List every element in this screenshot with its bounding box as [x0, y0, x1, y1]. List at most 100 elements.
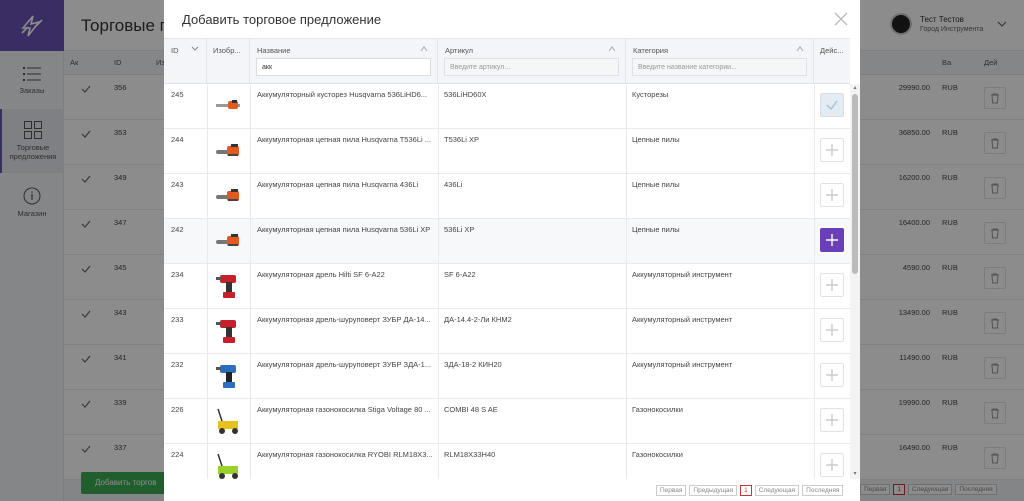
row-category: Аккумуляторный инструмент	[632, 270, 733, 279]
product-image	[214, 182, 242, 210]
modal-table-header: ID Изобр... Название Артикул Категория Д…	[164, 38, 850, 85]
col-name-label: Название	[257, 46, 291, 55]
plus-icon	[826, 459, 838, 471]
modal-pagination: Первая Предыдущая 1 Следующая Последняя	[656, 485, 844, 496]
row-id: 233	[171, 315, 184, 324]
scroll-up-arrow[interactable]: ▴	[852, 85, 858, 91]
sort-up-icon	[420, 46, 428, 52]
table-row: 232 Аккумуляторная дрель-шуруповерт ЗУБР …	[164, 354, 850, 399]
table-row: 226 Аккумуляторная газонокосилка Stiga Vo…	[164, 399, 850, 444]
sku-filter-input[interactable]	[444, 58, 619, 76]
add-button[interactable]	[820, 273, 844, 297]
col-sku[interactable]: Артикул	[438, 39, 626, 85]
sort-up-icon	[796, 46, 804, 52]
modal-table-body: 245 Аккумуляторный кусторез Husqvarna 536…	[164, 84, 850, 479]
row-id: 226	[171, 405, 184, 414]
row-name: Аккумуляторная цепная пила Husqvarna 536…	[257, 225, 431, 234]
row-name: Аккумуляторная цепная пила Husqvarna T53…	[257, 135, 431, 144]
row-name: Аккумуляторная газонокосилка RYOBI RLM18…	[257, 450, 433, 459]
row-sku: ДА-14.4-2-Ли КНМ2	[444, 315, 512, 324]
table-row: 245 Аккумуляторный кусторез Husqvarna 536…	[164, 84, 850, 129]
add-button[interactable]	[820, 228, 844, 252]
add-button[interactable]	[820, 408, 844, 432]
col-name[interactable]: Название	[250, 39, 438, 85]
product-image	[214, 452, 242, 479]
row-name: Аккумуляторный кусторез Husqvarna 536LiH…	[257, 90, 428, 99]
table-row: 224 Аккумуляторная газонокосилка RYOBI RL…	[164, 444, 850, 479]
col-actions: Дейс...	[814, 39, 850, 85]
row-name: Аккумуляторная цепная пила Husqvarna 436…	[257, 180, 419, 189]
row-id: 244	[171, 135, 184, 144]
row-name: Аккумуляторная дрель-шуруповерт ЗУБР ДА-…	[257, 315, 431, 324]
row-category: Газонокосилки	[632, 405, 683, 414]
add-button[interactable]	[820, 318, 844, 342]
col-category[interactable]: Категория	[626, 39, 814, 85]
row-sku: ЗДА-18-2 КИН20	[444, 360, 502, 369]
row-id: 224	[171, 450, 184, 459]
product-image	[214, 92, 242, 120]
row-sku: T536Li XP	[444, 135, 480, 144]
row-name: Аккумуляторная дрель Hilti SF 6-A22	[257, 270, 385, 279]
col-image-label: Изобр...	[213, 46, 241, 55]
row-id: 245	[171, 90, 184, 99]
modal-scrollbar[interactable]: ▴ ▾	[850, 84, 860, 479]
plus-icon	[826, 279, 838, 291]
add-button[interactable]	[820, 453, 844, 477]
table-row: 244 Аккумуляторная цепная пила Husqvarna …	[164, 129, 850, 174]
row-sku: 536Li XP	[444, 225, 475, 234]
row-category: Цепные пилы	[632, 180, 680, 189]
scroll-down-arrow[interactable]: ▾	[852, 471, 858, 477]
col-id-label: ID	[171, 46, 179, 55]
added-button[interactable]	[820, 93, 844, 117]
plus-icon	[826, 189, 838, 201]
pagination-next[interactable]: Следующая	[754, 485, 800, 496]
scroll-thumb[interactable]	[852, 94, 858, 274]
plus-icon	[826, 414, 838, 426]
row-id: 242	[171, 225, 184, 234]
row-category: Аккумуляторный инструмент	[632, 360, 733, 369]
pagination-first[interactable]: Первая	[656, 485, 687, 496]
add-button[interactable]	[820, 363, 844, 387]
plus-icon	[826, 234, 838, 246]
row-sku: RLM18X33H40	[444, 450, 496, 459]
row-name: Аккумуляторная газонокосилка Stiga Volta…	[257, 405, 431, 414]
product-image	[214, 317, 242, 345]
pagination-current[interactable]: 1	[740, 485, 752, 496]
modal-title: Добавить торговое предложение	[182, 12, 382, 27]
row-sku: 436Li	[444, 180, 463, 189]
row-id: 234	[171, 270, 184, 279]
product-image	[214, 362, 242, 390]
col-sku-label: Артикул	[445, 46, 473, 55]
name-filter-input[interactable]	[256, 58, 431, 76]
check-icon	[826, 100, 838, 110]
pagination-prev[interactable]: Предыдущая	[689, 485, 738, 496]
row-category: Газонокосилки	[632, 450, 683, 459]
row-category: Цепные пилы	[632, 135, 680, 144]
category-filter-input[interactable]	[632, 58, 807, 76]
sort-up-icon	[608, 46, 616, 52]
close-icon[interactable]	[833, 11, 849, 27]
row-sku: SF 6-A22	[444, 270, 476, 279]
table-row: 233 Аккумуляторная дрель-шуруповерт ЗУБР …	[164, 309, 850, 354]
row-id: 243	[171, 180, 184, 189]
product-image	[214, 407, 242, 435]
add-button[interactable]	[820, 183, 844, 207]
col-actions-label: Дейс...	[820, 46, 844, 55]
product-image	[214, 272, 242, 300]
pagination-last[interactable]: Последняя	[802, 485, 844, 496]
col-id[interactable]: ID	[164, 39, 207, 85]
table-row: 234 Аккумуляторная дрель Hilti SF 6-A22 SF…	[164, 264, 850, 309]
row-sku: COMBI 48 S AE	[444, 405, 498, 414]
table-row: 243 Аккумуляторная цепная пила Husqvarna …	[164, 174, 850, 219]
row-category: Аккумуляторный инструмент	[632, 315, 733, 324]
add-offer-modal: Добавить торговое предложение ID Изобр..…	[164, 0, 860, 501]
row-sku: 536LiHD60X	[444, 90, 487, 99]
row-id: 232	[171, 360, 184, 369]
add-button[interactable]	[820, 138, 844, 162]
row-category: Кусторезы	[632, 90, 669, 99]
plus-icon	[826, 324, 838, 336]
col-category-label: Категория	[633, 46, 669, 55]
col-image[interactable]: Изобр...	[207, 39, 250, 85]
product-image	[214, 137, 242, 165]
row-name: Аккумуляторная дрель-шуруповерт ЗУБР ЗДА…	[257, 360, 432, 369]
